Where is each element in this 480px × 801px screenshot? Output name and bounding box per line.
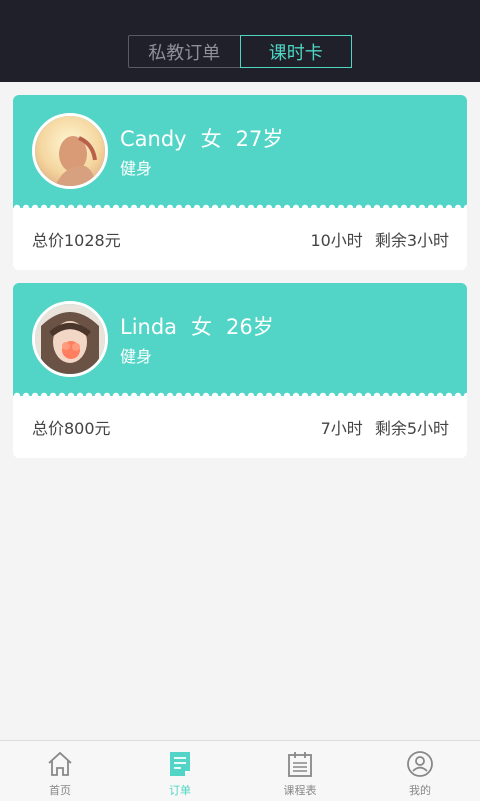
tab-label: 订单 (169, 784, 191, 797)
member-goal: 健身 (120, 159, 153, 178)
card-footer: 总价1028元 10小时 剩余3小时 (13, 208, 467, 270)
total-hours: 7小时 (320, 419, 363, 438)
member-name: Linda (120, 315, 178, 339)
member-info: Candy 女 27岁 (120, 123, 297, 153)
hours-info: 7小时 剩余5小时 (309, 415, 449, 439)
remaining-hours: 剩余5小时 (374, 419, 449, 438)
hour-card[interactable]: Linda 女 26岁 健身 总价800元 7小时 剩余5小时 (13, 283, 467, 458)
hours-info: 10小时 剩余3小时 (298, 227, 449, 251)
avatar (32, 301, 108, 377)
member-gender: 女 (200, 127, 222, 151)
card-footer: 总价800元 7小时 剩余5小时 (13, 396, 467, 458)
member-name: Candy (120, 127, 187, 151)
member-info: Linda 女 26岁 (120, 311, 288, 341)
hour-card[interactable]: Candy 女 27岁 健身 总价1028元 10小时 剩余3小时 (13, 95, 467, 270)
tab-label: 课程表 (283, 784, 317, 797)
member-age: 26岁 (226, 315, 274, 339)
total-price: 总价1028元 (32, 231, 121, 250)
order-type-switch: 私教订单 课时卡 (128, 35, 352, 68)
top-header: 私教订单 课时卡 (0, 0, 480, 82)
member-age: 27岁 (235, 127, 284, 151)
card-header: Candy 女 27岁 健身 (13, 95, 467, 212)
card-header: Linda 女 26岁 健身 (13, 283, 467, 400)
profile-icon (407, 751, 433, 777)
total-hours: 10小时 (310, 231, 363, 250)
tab-orders[interactable]: 订单 (120, 741, 240, 801)
tab-label: 我的 (409, 784, 431, 797)
order-icon (170, 752, 190, 776)
calendar-icon (288, 752, 312, 777)
member-gender: 女 (191, 315, 213, 339)
bottom-tab-bar: 首页 订单 课程表 我的 (0, 740, 480, 801)
tab-label: 首页 (49, 784, 71, 797)
tab-home[interactable]: 首页 (0, 741, 120, 801)
home-icon (48, 751, 72, 776)
avatar (32, 113, 108, 189)
tab-schedule[interactable]: 课程表 (240, 741, 360, 801)
tab-profile[interactable]: 我的 (360, 741, 480, 801)
total-price: 总价800元 (32, 419, 111, 438)
member-goal: 健身 (120, 347, 153, 366)
remaining-hours: 剩余3小时 (374, 231, 449, 250)
tab-hour-cards[interactable]: 课时卡 (239, 35, 352, 68)
tab-private-orders[interactable]: 私教订单 (129, 36, 240, 67)
